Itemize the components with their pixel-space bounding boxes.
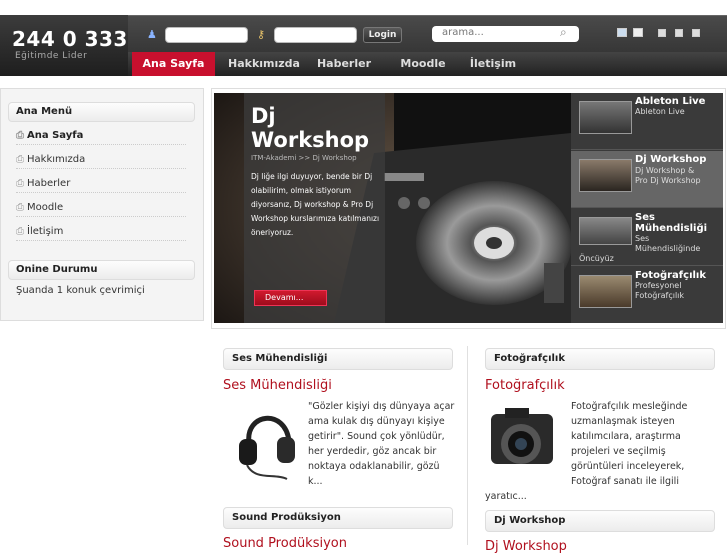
thumb-ses[interactable]: Ses Mühendisliği Ses Mühendisliğinde Önc… [571,209,723,266]
slide-title-line2: Workshop [251,128,370,152]
font-increase-icon[interactable] [658,29,666,37]
sidebar-item-label: Hakkımızda [27,154,86,165]
slide-thumbnails: Ableton Live Ableton Live Dj Workshop Dj… [571,93,723,323]
sidebar-item-label: İletişim [27,226,64,237]
thumb-title: Ableton Live [635,96,706,107]
user-icon: ♟ [147,28,157,41]
article-title-2[interactable]: Sound Prodüksiyon [223,536,347,551]
slide-description: Dj liğe ilgi duyuyor, bende bir Dj olabi… [251,172,380,237]
article-title-2[interactable]: Dj Workshop [485,539,567,554]
page-icon: ⎙ [16,130,24,141]
search-input[interactable]: arama... [432,26,579,42]
thumb-title: Dj Workshop [635,154,707,165]
sidebar-item-moodle[interactable]: ⎙ Moodle [16,199,186,217]
nav-haberler[interactable]: Haberler [314,52,374,76]
read-more-button[interactable]: Devamı... [254,290,327,306]
font-reset-icon[interactable] [675,29,683,37]
font-decrease-icon[interactable] [692,29,700,37]
page-icon: ⎙ [16,178,24,189]
box-header-2: Dj Workshop [485,510,715,532]
menu-title: Ana Menü [8,102,195,122]
password-field[interactable] [274,27,357,43]
layout-narrow-icon[interactable] [633,28,643,37]
article-text-block: Fotoğrafçılık mesleğinde uzmanlaşmak ist… [485,367,715,504]
article-text: "Gözler kişiyi dış dünyaya açar ama kula… [308,401,455,487]
slide-breadcrumb: ITM-Akademi >> Dj Workshop [251,154,357,162]
article-title[interactable]: Ses Mühendisliği [223,378,332,393]
box-header: Ses Mühendisliği [223,348,453,370]
thumb-title: Fotoğrafçılık [635,270,706,281]
sidebar-item-label: Moodle [27,202,64,213]
thumb-subtitle: Dj Workshop & [635,166,695,175]
sidebar-item-label: Haberler [27,178,71,189]
thumb-ableton[interactable]: Ableton Live Ableton Live [571,93,723,150]
online-title: Onine Durumu [8,260,195,280]
slide-title-line1: Dj [251,104,276,128]
thumb-subtitle: Ableton Live [635,107,685,116]
thumb-image [579,159,632,192]
column-divider [467,346,468,545]
thumb-subtitle: Profesyonel [635,281,682,290]
sidebar-item-hakkimizda[interactable]: ⎙ Hakkımızda [16,151,186,169]
thumb-title: Ses [635,212,655,223]
thumb-subtitle: Pro Dj Workshop [635,176,701,185]
online-status: Şuanda 1 konuk çevrimiçi [16,285,145,296]
sidebar-item-ana-sayfa[interactable]: ⎙ Ana Sayfa [16,127,186,145]
page-icon: ⎙ [16,202,24,213]
sidebar-item-haberler[interactable]: ⎙ Haberler [16,175,186,193]
username-field[interactable] [165,27,248,43]
nav-moodle[interactable]: Moodle [392,52,454,76]
box-header-2: Sound Prodüksiyon [223,507,453,529]
nav-iletisim[interactable]: İletişim [464,52,522,76]
search-icon[interactable]: ⌕ [560,25,567,40]
page-icon: ⎙ [16,226,24,237]
thumb-subtitle: Mühendisliğinde [635,244,701,253]
key-icon: ⚷ [257,28,266,41]
float-spacer [485,367,571,482]
foto-box: Fotoğrafçılık Fotoğrafçılık Fotoğrafçılı… [485,348,727,554]
sidebar-item-label: Ana Sayfa [27,130,84,141]
thumb-subtitle: Öncüyüz [579,254,614,263]
slide-title: Dj Workshop [251,104,369,152]
thumb-image [579,101,632,134]
thumb-subtitle: Ses [635,234,650,243]
thumb-image [579,217,632,245]
thumb-subtitle: Fotoğrafçılık [635,291,685,300]
thumb-fotograf[interactable]: Fotoğrafçılık Profesyonel Fotoğrafçılık [571,267,723,324]
tagline: Eğitimde Lider [15,51,88,61]
phone-number: 244 0 333 [12,27,128,51]
thumb-title-2: Mühendisliği [635,223,708,234]
brand-block[interactable]: 244 0 333 Eğitimde Lider [0,15,128,76]
headphones-image [239,415,295,480]
main-nav: Ana Sayfa Hakkımızda Haberler Moodle İle… [128,52,727,76]
sidebar-item-iletisim[interactable]: ⎙ İletişim [16,223,186,241]
nav-hakkimizda[interactable]: Hakkımızda [226,52,302,76]
login-button[interactable]: Login [363,27,402,43]
page-icon: ⎙ [16,154,24,165]
thumb-image [579,275,632,308]
layout-wide-icon[interactable] [617,28,627,37]
ses-box: Ses Mühendisliği Ses Mühendisliği "Gözle… [223,348,467,551]
nav-ana-sayfa[interactable]: Ana Sayfa [132,52,215,76]
thumb-dj-workshop[interactable]: Dj Workshop Dj Workshop & Pro Dj Worksho… [571,151,723,208]
